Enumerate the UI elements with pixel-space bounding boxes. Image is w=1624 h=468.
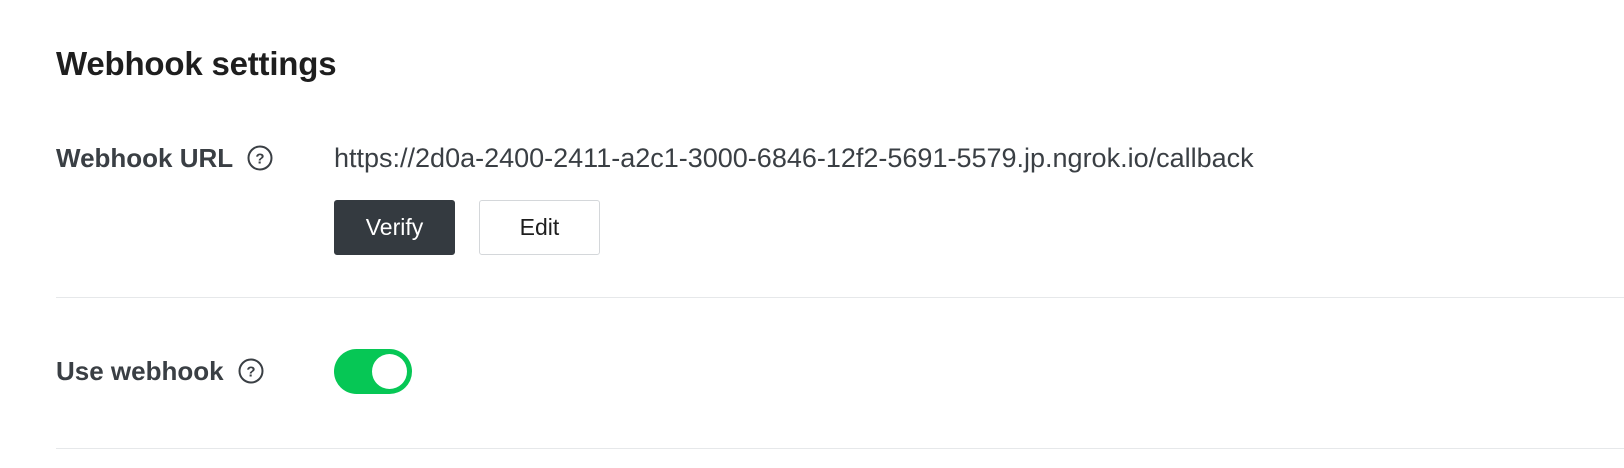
use-webhook-label: Use webhook xyxy=(56,356,224,386)
webhook-settings-panel: Webhook settings Webhook URL ? https://2… xyxy=(56,0,1624,468)
webhook-url-label: Webhook URL xyxy=(56,143,234,173)
section-title: Webhook settings xyxy=(56,45,337,82)
divider xyxy=(56,448,1624,449)
webhook-url-value: https://2d0a-2400-2411-a2c1-3000-6846-12… xyxy=(334,143,1254,173)
use-webhook-help-icon[interactable]: ? xyxy=(238,358,264,384)
divider xyxy=(56,297,1624,298)
verify-button[interactable]: Verify xyxy=(334,200,455,255)
webhook-url-label-group: Webhook URL ? xyxy=(56,141,273,175)
use-webhook-toggle[interactable] xyxy=(334,349,412,394)
use-webhook-label-group: Use webhook ? xyxy=(56,354,264,388)
svg-text:?: ? xyxy=(256,151,265,168)
svg-text:?: ? xyxy=(246,364,255,381)
edit-button[interactable]: Edit xyxy=(479,200,600,255)
webhook-url-help-icon[interactable]: ? xyxy=(247,145,273,171)
toggle-knob xyxy=(372,354,407,389)
